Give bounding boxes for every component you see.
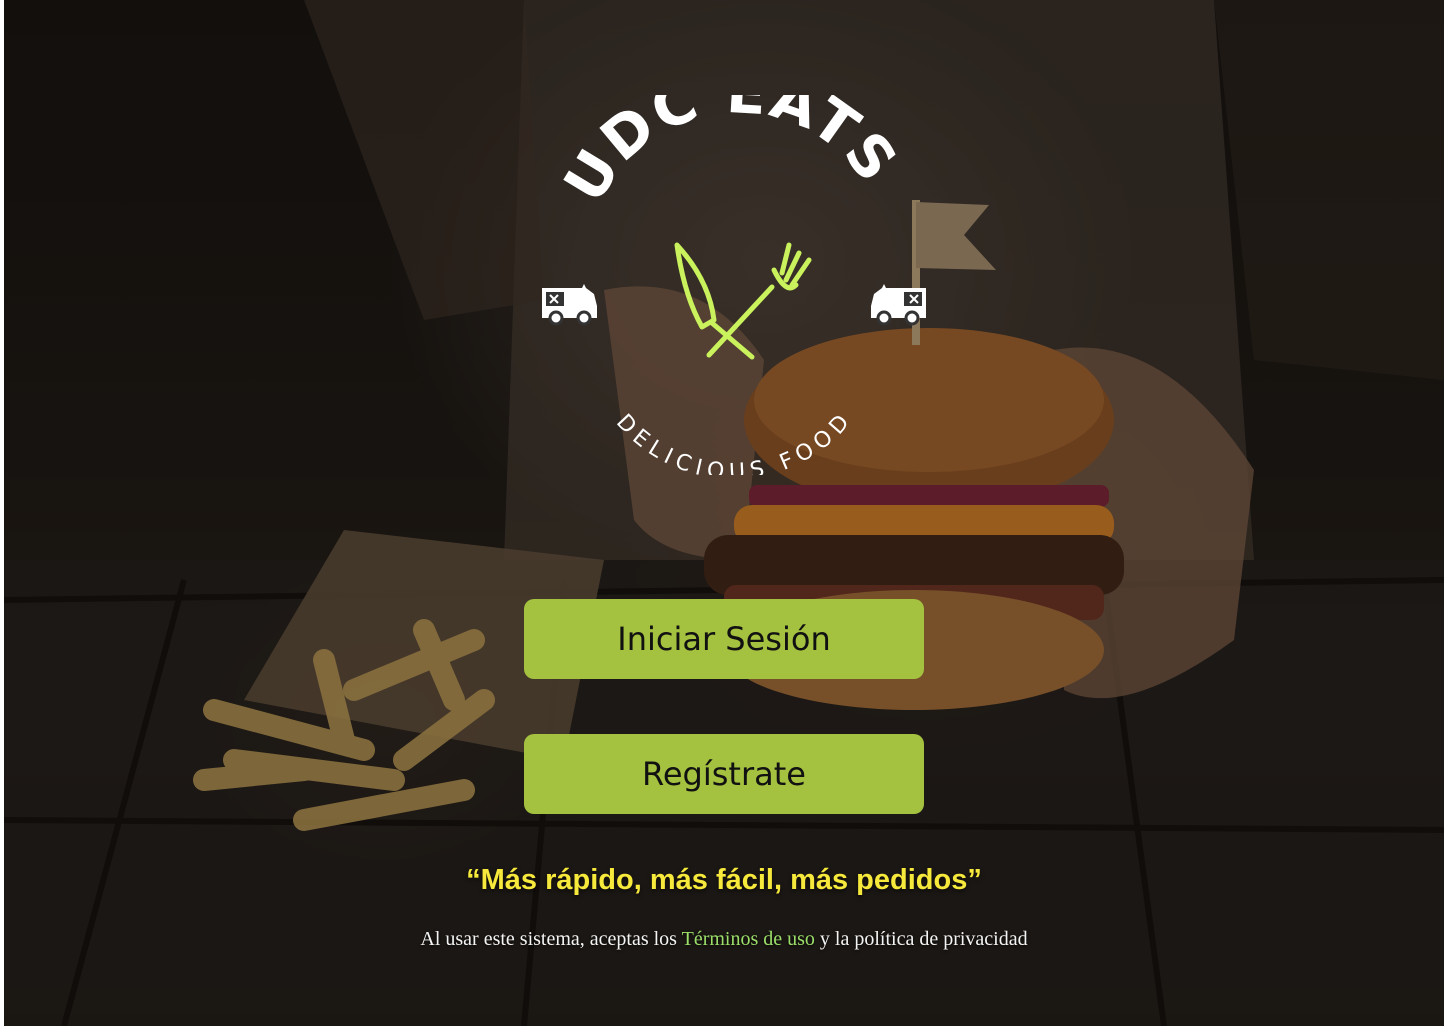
brand-name: UDC EATS: [550, 95, 909, 213]
brand-subtitle: DELICIOUS FOOD: [611, 406, 852, 475]
register-button[interactable]: Regístrate: [524, 734, 924, 814]
food-truck-icon: [542, 284, 597, 326]
legal-notice: Al usar este sistema, aceptas los Términ…: [4, 928, 1444, 951]
register-button-label: Regístrate: [642, 755, 806, 793]
svg-text:UDC EATS: UDC EATS: [550, 95, 911, 213]
svg-text:DELICIOUS FOOD: DELICIOUS FOOD: [611, 406, 858, 475]
landing-screen: UDC EATS DELICIOUS FOOD: [4, 0, 1444, 1026]
tagline: “Más rápido, más fácil, más pedidos”: [466, 864, 982, 896]
legal-prefix: Al usar este sistema, aceptas los: [420, 928, 677, 950]
login-button-label: Iniciar Sesión: [617, 620, 831, 658]
food-truck-icon: [871, 284, 926, 326]
knife-fork-icon: [674, 242, 812, 360]
terms-link[interactable]: Términos de uso: [682, 928, 815, 950]
udc-eats-logo: UDC EATS DELICIOUS FOOD: [542, 95, 926, 475]
login-button[interactable]: Iniciar Sesión: [524, 599, 924, 679]
legal-suffix: y la política de privacidad: [819, 928, 1028, 950]
